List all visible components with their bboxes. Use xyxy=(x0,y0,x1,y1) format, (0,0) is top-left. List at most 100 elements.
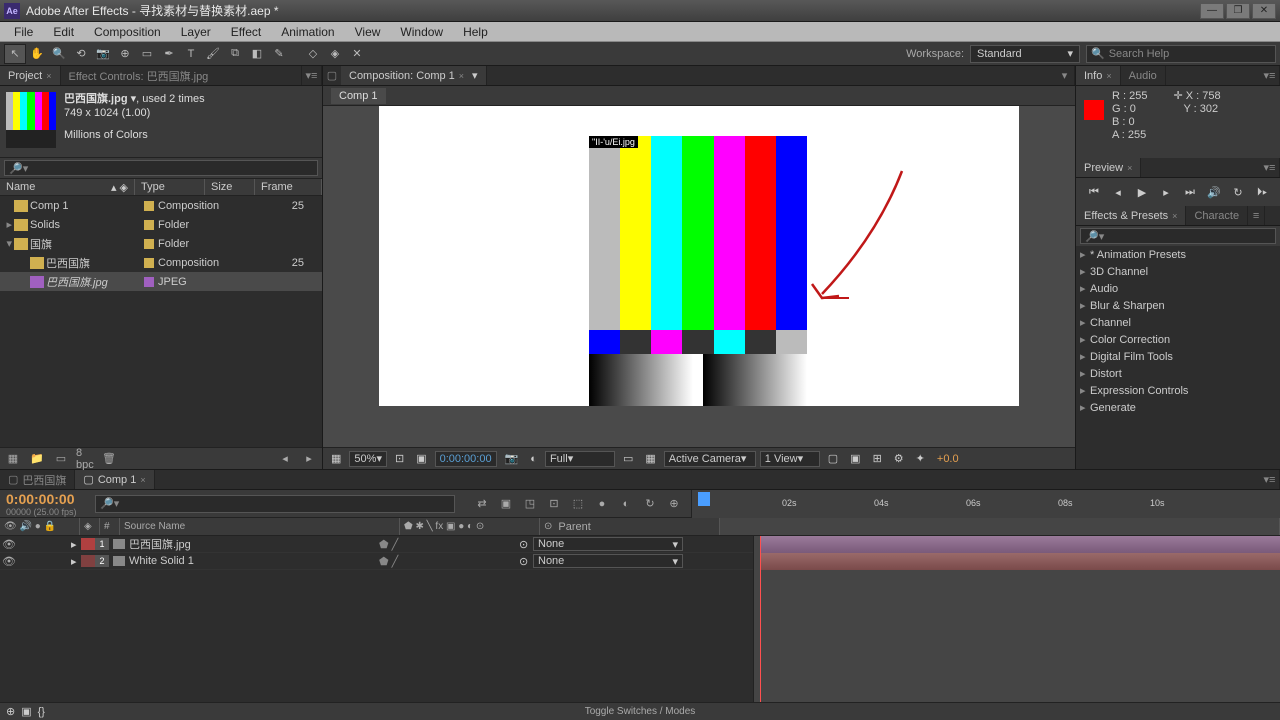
tl-icon-6[interactable]: ● xyxy=(593,495,611,513)
comp-menu-icon[interactable]: ▾ xyxy=(1055,66,1075,85)
project-item[interactable]: 巴西国旗Composition25 xyxy=(0,253,322,272)
bpc-button[interactable]: 8 bpc xyxy=(76,451,94,467)
effect-category[interactable]: ▸Blur & Sharpen xyxy=(1076,297,1280,314)
composition-viewer[interactable]: "II-'u/Ei.jpg xyxy=(323,106,1075,447)
prev-frame-button[interactable]: ◂ xyxy=(1110,184,1126,200)
effect-category[interactable]: ▸Generate xyxy=(1076,399,1280,416)
workspace-dropdown[interactable]: Standard▾ xyxy=(970,45,1080,63)
v3-icon[interactable]: ⊞ xyxy=(869,451,886,467)
interpret-icon[interactable]: ▦ xyxy=(4,451,22,467)
panel-menu-icon[interactable]: ▾≡ xyxy=(302,66,322,85)
layer-bar-1[interactable] xyxy=(760,536,1280,553)
menu-edit[interactable]: Edit xyxy=(43,23,84,41)
audio-button[interactable]: 🔊 xyxy=(1206,184,1222,200)
info-tab[interactable]: Info× xyxy=(1076,66,1121,85)
rect-tool[interactable]: ▭ xyxy=(136,44,158,64)
next-frame-button[interactable]: ▸ xyxy=(1158,184,1174,200)
comp-icon[interactable]: ▭ xyxy=(52,451,70,467)
camera-dropdown[interactable]: Active Camera ▾ xyxy=(664,451,756,467)
col-frame[interactable]: Frame xyxy=(255,179,322,195)
timeline-ruler[interactable]: 02s04s06s08s10s xyxy=(691,490,1280,518)
clone-tool[interactable]: ⧉ xyxy=(224,44,246,64)
timeline-search-input[interactable]: 🔎▾ xyxy=(95,495,455,513)
effects-list[interactable]: ▸* Animation Presets▸3D Channel▸Audio▸Bl… xyxy=(1076,246,1280,469)
last-frame-button[interactable]: ⏭ xyxy=(1182,184,1198,200)
maximize-button[interactable]: ❐ xyxy=(1226,3,1250,19)
layer-bar-2[interactable] xyxy=(760,553,1280,570)
play-button[interactable]: ▶ xyxy=(1134,184,1150,200)
effect-category[interactable]: ▸Audio xyxy=(1076,280,1280,297)
prev-frame-icon[interactable]: ◂ xyxy=(276,451,294,467)
trash-icon[interactable]: 🗑 xyxy=(100,451,118,467)
tl-icon-8[interactable]: ↻ xyxy=(641,495,659,513)
next-frame-icon[interactable]: ▸ xyxy=(300,451,318,467)
viewer-timecode[interactable]: 0:00:00:00 xyxy=(435,451,497,467)
project-tab[interactable]: Project× xyxy=(0,66,61,85)
effect-category[interactable]: ▸Channel xyxy=(1076,314,1280,331)
ram-preview-button[interactable]: ⏵▸ xyxy=(1254,184,1270,200)
camera-tool[interactable]: 📷 xyxy=(92,44,114,64)
tl-col-parent[interactable]: ⊙ Parent xyxy=(540,518,720,535)
eraser-tool[interactable]: ◧ xyxy=(246,44,268,64)
effect-category[interactable]: ▸Distort xyxy=(1076,365,1280,382)
comp-snapshot-icon[interactable]: ▢ xyxy=(323,69,341,82)
ep-menu-icon[interactable]: ≡ xyxy=(1248,206,1265,225)
tl-icon-1[interactable]: ⇄ xyxy=(473,495,491,513)
snapshot-icon[interactable]: 📷 xyxy=(501,451,523,467)
project-item[interactable]: Comp 1Composition25 xyxy=(0,196,322,215)
v1-icon[interactable]: ▢ xyxy=(824,451,842,467)
zoom-dropdown[interactable]: 50% ▾ xyxy=(349,451,387,467)
channel-icon[interactable]: ◐ xyxy=(526,451,541,467)
menu-file[interactable]: File xyxy=(4,23,43,41)
project-search-input[interactable]: 🔎▾ xyxy=(4,160,318,176)
effect-category[interactable]: ▸Expression Controls xyxy=(1076,382,1280,399)
v2-icon[interactable]: ▣ xyxy=(846,451,864,467)
safe-icon[interactable]: ▣ xyxy=(412,451,430,467)
snap3-icon[interactable]: ✕ xyxy=(346,44,368,64)
tl-icon-2[interactable]: ▣ xyxy=(497,495,515,513)
text-tool[interactable]: T xyxy=(180,44,202,64)
timeline-track-area[interactable] xyxy=(754,536,1280,702)
timeline-timecode[interactable]: 0:00:00:00 00000 (25.00 fps) xyxy=(0,489,95,519)
zoom-tool[interactable]: 🔍 xyxy=(48,44,70,64)
menu-animation[interactable]: Animation xyxy=(271,23,344,41)
first-frame-button[interactable]: ⏮ xyxy=(1086,184,1102,200)
tl-col-num[interactable]: # xyxy=(100,518,120,535)
toggle-switches-button[interactable]: Toggle Switches / Modes xyxy=(585,706,696,717)
effects-presets-tab[interactable]: Effects & Presets× xyxy=(1076,206,1186,225)
exposure-value[interactable]: +0.0 xyxy=(933,451,963,467)
brush-tool[interactable]: 🖌 xyxy=(202,44,224,64)
effect-category[interactable]: ▸3D Channel xyxy=(1076,263,1280,280)
minimize-button[interactable]: — xyxy=(1200,3,1224,19)
menu-effect[interactable]: Effect xyxy=(221,23,271,41)
timeline-tab-2[interactable]: ▢ Comp 1 × xyxy=(75,470,154,489)
close-button[interactable]: ✕ xyxy=(1252,3,1276,19)
tl-col-source[interactable]: Source Name xyxy=(120,518,400,535)
preview-menu-icon[interactable]: ▾≡ xyxy=(1260,158,1280,177)
tl-icon-4[interactable]: ⊡ xyxy=(545,495,563,513)
menu-view[interactable]: View xyxy=(345,23,391,41)
loop-button[interactable]: ↻ xyxy=(1230,184,1246,200)
timeline-layer[interactable]: 👁▸ 2White Solid 1⬟ ╱⊙None▾ xyxy=(0,553,753,570)
col-type[interactable]: Type xyxy=(135,179,205,195)
tl-icon-7[interactable]: ◐ xyxy=(617,495,635,513)
character-tab[interactable]: Characte xyxy=(1186,206,1248,225)
tl-foot-icon-1[interactable]: ⊕ xyxy=(6,705,15,718)
snap-icon[interactable]: ◇ xyxy=(302,44,324,64)
timeline-tab-1[interactable]: ▢ 巴西国旗 xyxy=(0,470,75,489)
project-items-list[interactable]: Comp 1Composition25▸SolidsFolder▾国旗Folde… xyxy=(0,196,322,447)
tl-foot-icon-3[interactable]: {} xyxy=(38,706,45,718)
rotate-tool[interactable]: ⟲ xyxy=(70,44,92,64)
tl-icon-3[interactable]: ◳ xyxy=(521,495,539,513)
effect-category[interactable]: ▸Color Correction xyxy=(1076,331,1280,348)
snap2-icon[interactable]: ◈ xyxy=(324,44,346,64)
roi-icon[interactable]: ▭ xyxy=(619,451,637,467)
project-item[interactable]: ▾国旗Folder xyxy=(0,234,322,253)
effect-category[interactable]: ▸* Animation Presets xyxy=(1076,246,1280,263)
hand-tool[interactable]: ✋ xyxy=(26,44,48,64)
res-icon[interactable]: ⊡ xyxy=(391,451,408,467)
pen-tool[interactable]: ✒ xyxy=(158,44,180,64)
grid-icon[interactable]: ▦ xyxy=(327,451,345,467)
transp-icon[interactable]: ▦ xyxy=(641,451,659,467)
time-marker[interactable] xyxy=(760,536,761,702)
